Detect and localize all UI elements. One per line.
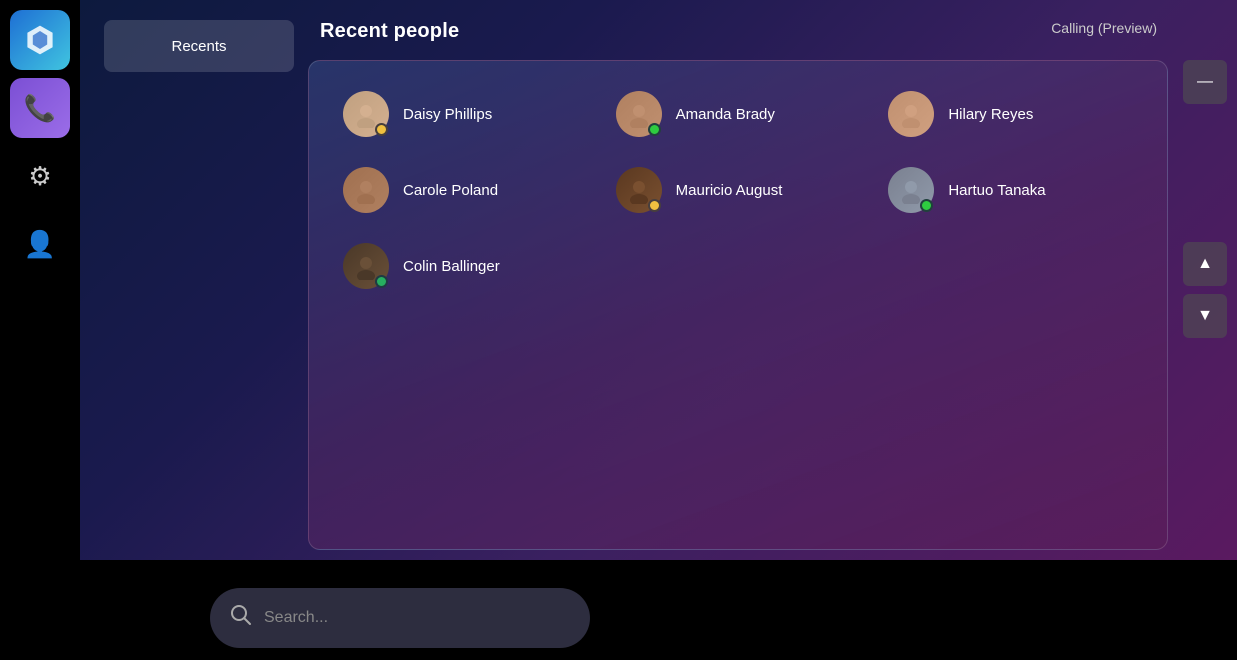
avatar-hilary <box>888 91 934 137</box>
scroll-up-button[interactable]: ▲ <box>1183 242 1227 286</box>
calling-label: Calling (Preview) <box>1051 20 1157 36</box>
avatar-colin <box>343 243 389 289</box>
right-controls: — ▲ ▼ <box>1183 60 1227 338</box>
sidebar: 📞 ⚙ 👤 <box>0 0 80 660</box>
person-name-hilary: Hilary Reyes <box>948 106 1033 123</box>
people-grid-container: Daisy Phillips Amanda Brady <box>308 60 1168 550</box>
person-name-daisy: Daisy Phillips <box>403 106 492 123</box>
sidebar-item-apps[interactable] <box>10 10 70 70</box>
person-name-carole: Carole Poland <box>403 182 498 199</box>
person-name-mauricio: Mauricio August <box>676 182 783 199</box>
avatar-hartuo <box>888 167 934 213</box>
person-hartuo-tanaka[interactable]: Hartuo Tanaka <box>874 157 1147 223</box>
person-mauricio-august[interactable]: Mauricio August <box>602 157 875 223</box>
avatar-image-carole <box>343 167 389 213</box>
status-dot-hartuo <box>920 199 933 212</box>
person-colin-ballinger[interactable]: Colin Ballinger <box>329 233 602 299</box>
page-title: Recent people <box>320 20 459 43</box>
sidebar-item-calls[interactable]: 📞 <box>10 78 70 138</box>
avatar-image-hilary <box>888 91 934 137</box>
status-dot-amanda <box>648 123 661 136</box>
people-grid: Daisy Phillips Amanda Brady <box>329 81 1147 299</box>
profile-icon: 👤 <box>24 229 56 260</box>
person-daisy-phillips[interactable]: Daisy Phillips <box>329 81 602 147</box>
person-carole-poland[interactable]: Carole Poland <box>329 157 602 223</box>
person-hilary-reyes[interactable]: Hilary Reyes <box>874 81 1147 147</box>
status-dot-mauricio <box>648 199 661 212</box>
status-dot-colin <box>375 275 388 288</box>
recents-button[interactable]: Recents <box>104 20 294 72</box>
avatar-amanda <box>616 91 662 137</box>
avatar-mauricio <box>616 167 662 213</box>
search-bar <box>210 588 590 648</box>
avatar-daisy <box>343 91 389 137</box>
search-icon <box>230 604 252 632</box>
search-input[interactable] <box>264 609 570 627</box>
sidebar-item-profile[interactable]: 👤 <box>10 214 70 274</box>
recents-panel: Recents <box>104 20 294 540</box>
avatar-carole <box>343 167 389 213</box>
sidebar-item-settings[interactable]: ⚙ <box>10 146 70 206</box>
person-name-hartuo: Hartuo Tanaka <box>948 182 1045 199</box>
scroll-down-button[interactable]: ▼ <box>1183 294 1227 338</box>
settings-icon: ⚙ <box>28 161 51 192</box>
person-amanda-brady[interactable]: Amanda Brady <box>602 81 875 147</box>
person-name-amanda: Amanda Brady <box>676 106 775 123</box>
phone-icon: 📞 <box>24 93 56 124</box>
main-content: Recent people Calling (Preview) Recents <box>80 0 1237 560</box>
person-name-colin: Colin Ballinger <box>403 258 500 275</box>
status-dot-daisy <box>375 123 388 136</box>
minimize-button[interactable]: — <box>1183 60 1227 104</box>
